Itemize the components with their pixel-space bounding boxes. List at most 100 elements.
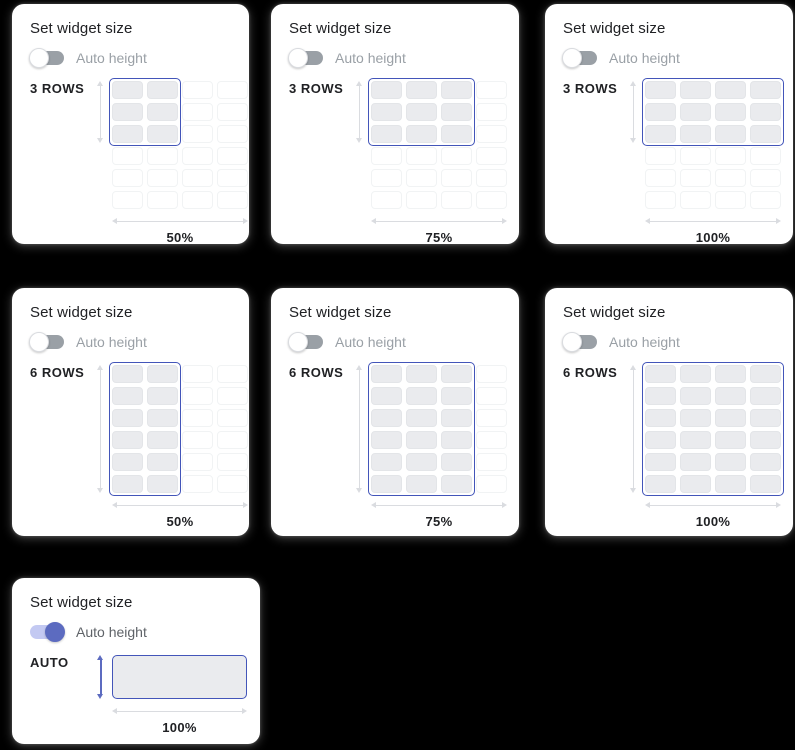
grid-cell[interactable] (645, 103, 676, 121)
grid-cell[interactable] (715, 191, 746, 209)
grid-cell[interactable] (680, 103, 711, 121)
grid-cell[interactable] (406, 431, 437, 449)
grid-cell[interactable] (750, 387, 781, 405)
size-grid[interactable] (645, 365, 781, 493)
size-preview[interactable] (368, 78, 507, 209)
grid-cell[interactable] (147, 387, 178, 405)
grid-cell[interactable] (680, 191, 711, 209)
grid-cell[interactable] (217, 125, 248, 143)
grid-cell[interactable] (406, 125, 437, 143)
grid-cell[interactable] (441, 409, 472, 427)
grid-cell[interactable] (476, 387, 507, 405)
grid-cell[interactable] (217, 409, 248, 427)
grid-cell[interactable] (680, 125, 711, 143)
grid-cell[interactable] (645, 365, 676, 383)
grid-cell[interactable] (750, 81, 781, 99)
auto-height-toggle-row[interactable]: Auto height (29, 332, 231, 352)
grid-cell[interactable] (112, 475, 143, 493)
grid-cell[interactable] (217, 453, 248, 471)
grid-cell[interactable] (715, 453, 746, 471)
grid-cell[interactable] (750, 169, 781, 187)
grid-cell[interactable] (182, 147, 213, 165)
grid-cell[interactable] (441, 169, 472, 187)
grid-cell[interactable] (112, 147, 143, 165)
grid-cell[interactable] (715, 387, 746, 405)
auto-height-switch[interactable] (288, 332, 323, 352)
grid-cell[interactable] (112, 169, 143, 187)
grid-cell[interactable] (217, 365, 248, 383)
grid-cell[interactable] (441, 125, 472, 143)
size-preview[interactable] (112, 655, 247, 699)
grid-cell[interactable] (476, 365, 507, 383)
grid-cell[interactable] (112, 365, 143, 383)
grid-cell[interactable] (645, 81, 676, 99)
grid-cell[interactable] (406, 365, 437, 383)
auto-height-toggle-row[interactable]: Auto height (288, 48, 501, 68)
grid-cell[interactable] (715, 103, 746, 121)
grid-cell[interactable] (371, 365, 402, 383)
grid-cell[interactable] (406, 387, 437, 405)
size-preview[interactable] (642, 78, 784, 209)
grid-cell[interactable] (476, 125, 507, 143)
grid-cell[interactable] (406, 81, 437, 99)
grid-cell[interactable] (217, 81, 248, 99)
grid-cell[interactable] (715, 409, 746, 427)
grid-cell[interactable] (371, 387, 402, 405)
grid-cell[interactable] (715, 431, 746, 449)
size-grid[interactable] (112, 365, 248, 493)
grid-cell[interactable] (217, 103, 248, 121)
size-preview[interactable] (642, 362, 784, 496)
grid-cell[interactable] (476, 453, 507, 471)
grid-cell[interactable] (680, 147, 711, 165)
grid-cell[interactable] (217, 387, 248, 405)
grid-cell[interactable] (371, 103, 402, 121)
grid-cell[interactable] (371, 191, 402, 209)
grid-cell[interactable] (645, 147, 676, 165)
grid-cell[interactable] (715, 365, 746, 383)
grid-cell[interactable] (182, 453, 213, 471)
grid-cell[interactable] (182, 103, 213, 121)
grid-cell[interactable] (645, 409, 676, 427)
grid-cell[interactable] (441, 475, 472, 493)
grid-cell[interactable] (441, 365, 472, 383)
grid-cell[interactable] (715, 147, 746, 165)
size-grid[interactable] (371, 365, 507, 493)
grid-cell[interactable] (371, 409, 402, 427)
grid-cell[interactable] (680, 475, 711, 493)
grid-cell[interactable] (715, 475, 746, 493)
size-grid[interactable] (645, 81, 781, 209)
grid-cell[interactable] (680, 409, 711, 427)
grid-cell[interactable] (750, 409, 781, 427)
grid-cell[interactable] (147, 365, 178, 383)
grid-cell[interactable] (476, 431, 507, 449)
grid-cell[interactable] (112, 431, 143, 449)
grid-cell[interactable] (112, 453, 143, 471)
grid-cell[interactable] (406, 475, 437, 493)
grid-cell[interactable] (441, 387, 472, 405)
grid-cell[interactable] (182, 431, 213, 449)
grid-cell[interactable] (441, 103, 472, 121)
auto-height-toggle-row[interactable]: Auto height (562, 332, 775, 352)
grid-cell[interactable] (476, 409, 507, 427)
grid-cell[interactable] (441, 81, 472, 99)
grid-cell[interactable] (112, 409, 143, 427)
grid-cell[interactable] (112, 125, 143, 143)
grid-cell[interactable] (371, 147, 402, 165)
grid-cell[interactable] (112, 191, 143, 209)
size-preview[interactable] (109, 78, 248, 209)
grid-cell[interactable] (750, 365, 781, 383)
grid-cell[interactable] (441, 453, 472, 471)
grid-cell[interactable] (406, 103, 437, 121)
grid-cell[interactable] (112, 387, 143, 405)
grid-cell[interactable] (182, 191, 213, 209)
grid-cell[interactable] (750, 147, 781, 165)
grid-cell[interactable] (645, 387, 676, 405)
grid-cell[interactable] (680, 81, 711, 99)
grid-cell[interactable] (476, 147, 507, 165)
grid-cell[interactable] (750, 103, 781, 121)
grid-cell[interactable] (441, 431, 472, 449)
grid-cell[interactable] (182, 169, 213, 187)
grid-cell[interactable] (750, 453, 781, 471)
grid-cell[interactable] (406, 409, 437, 427)
auto-height-switch[interactable] (29, 48, 64, 68)
